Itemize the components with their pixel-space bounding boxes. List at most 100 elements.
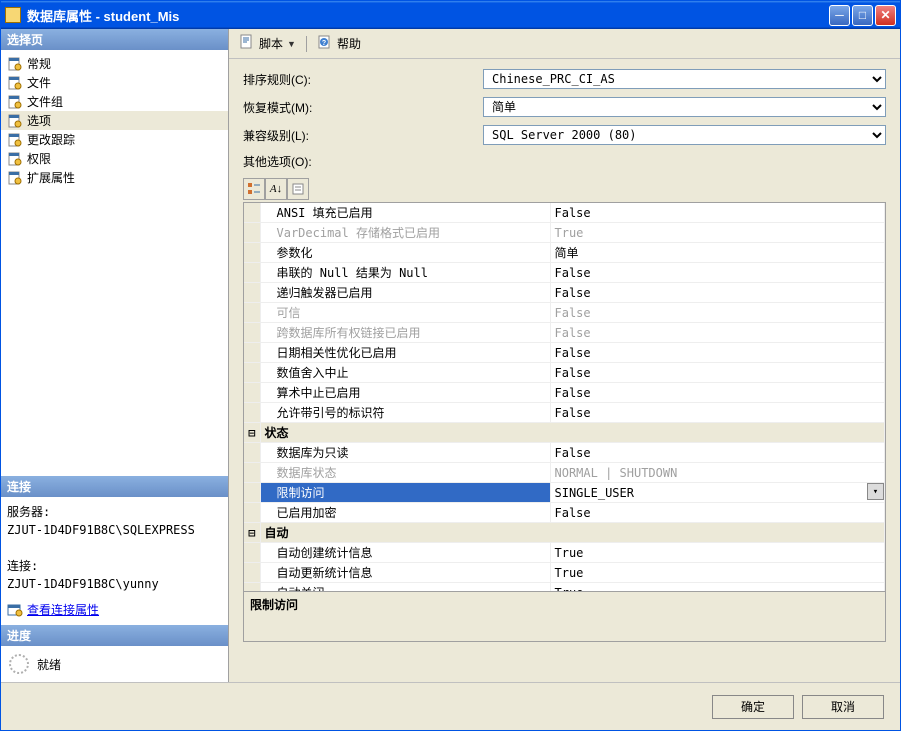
property-row[interactable]: 串联的 Null 结果为 NullFalse <box>244 263 885 283</box>
page-icon <box>7 171 23 185</box>
connection-value: ZJUT-1D4DF91B8C\yunny <box>7 575 222 593</box>
collapse-icon[interactable]: ⊟ <box>244 523 260 543</box>
property-row[interactable]: 已启用加密False <box>244 503 885 523</box>
property-row[interactable]: 日期相关性优化已启用False <box>244 343 885 363</box>
select-page-header: 选择页 <box>1 29 228 50</box>
page-icon <box>7 95 23 109</box>
property-name: 自动创建统计信息 <box>260 543 550 563</box>
property-value[interactable]: False <box>550 343 885 363</box>
property-value[interactable]: False <box>550 263 885 283</box>
titlebar: 数据库属性 - student_Mis ─ □ ✕ <box>1 1 900 29</box>
nav-item[interactable]: 扩展属性 <box>1 168 228 187</box>
view-connection-properties-link[interactable]: 查看连接属性 <box>27 601 99 619</box>
property-row[interactable]: 跨数据库所有权链接已启用False <box>244 323 885 343</box>
property-value[interactable]: False <box>550 383 885 403</box>
nav-item[interactable]: 文件组 <box>1 92 228 111</box>
alphabetical-button[interactable]: A↓ <box>265 178 287 200</box>
category-row[interactable]: ⊟自动 <box>244 523 885 543</box>
nav-item-label: 选项 <box>27 112 51 129</box>
nav-item[interactable]: 权限 <box>1 149 228 168</box>
grid-extra-button[interactable] <box>287 178 309 200</box>
nav-item[interactable]: 更改跟踪 <box>1 130 228 149</box>
property-value[interactable]: False <box>550 283 885 303</box>
property-name: 数据库状态 <box>260 463 550 483</box>
page-icon <box>7 76 23 90</box>
left-pane: 选择页 常规文件文件组选项更改跟踪权限扩展属性 连接 服务器: ZJUT-1D4… <box>1 29 229 682</box>
property-name: 递归触发器已启用 <box>260 283 550 303</box>
compat-label: 兼容级别(L): <box>243 127 483 144</box>
window-controls: ─ □ ✕ <box>829 5 896 26</box>
property-name: 参数化 <box>260 243 550 263</box>
help-button[interactable]: ? 帮助 <box>317 34 361 53</box>
compat-select[interactable]: SQL Server 2000 (80) <box>483 125 886 145</box>
minimize-button[interactable]: ─ <box>829 5 850 26</box>
property-value[interactable]: False <box>550 443 885 463</box>
property-row[interactable]: 可信False <box>244 303 885 323</box>
property-row[interactable]: VarDecimal 存储格式已启用True <box>244 223 885 243</box>
page-icon <box>7 114 23 128</box>
page-icon <box>7 133 23 147</box>
property-value[interactable]: False <box>550 203 885 223</box>
script-button[interactable]: 脚本 ▼ <box>239 34 296 53</box>
property-row[interactable]: 限制访问SINGLE_USER▾ <box>244 483 885 503</box>
recovery-label: 恢复模式(M): <box>243 99 483 116</box>
chevron-down-icon[interactable]: ▾ <box>867 483 884 500</box>
recovery-select[interactable]: 简单 <box>483 97 886 117</box>
property-value[interactable]: 简单 <box>550 243 885 263</box>
property-row[interactable]: 允许带引号的标识符False <box>244 403 885 423</box>
other-options-label: 其他选项(O): <box>243 153 483 170</box>
property-name: 算术中止已启用 <box>260 383 550 403</box>
body: 选择页 常规文件文件组选项更改跟踪权限扩展属性 连接 服务器: ZJUT-1D4… <box>1 29 900 682</box>
property-value[interactable]: False <box>550 363 885 383</box>
property-value[interactable]: False <box>550 323 885 343</box>
connection-section: 服务器: ZJUT-1D4DF91B8C\SQLEXPRESS 连接: ZJUT… <box>1 497 228 625</box>
property-name: 串联的 Null 结果为 Null <box>260 263 550 283</box>
progress-spinner-icon <box>9 654 29 674</box>
property-name: 跨数据库所有权链接已启用 <box>260 323 550 343</box>
grid-toolbar: A↓ <box>243 178 886 200</box>
property-row[interactable]: 参数化简单 <box>244 243 885 263</box>
window: 数据库属性 - student_Mis ─ □ ✕ 选择页 常规文件文件组选项更… <box>0 0 901 731</box>
property-name: 限制访问 <box>260 483 550 503</box>
property-name: ANSI 填充已启用 <box>260 203 550 223</box>
property-value[interactable]: False <box>550 503 885 523</box>
category-row[interactable]: ⊟状态 <box>244 423 885 443</box>
nav-item[interactable]: 文件 <box>1 73 228 92</box>
property-row[interactable]: 自动创建统计信息True <box>244 543 885 563</box>
progress-status: 就绪 <box>37 656 61 673</box>
property-row[interactable]: 算术中止已启用False <box>244 383 885 403</box>
category-name: 自动 <box>260 523 885 543</box>
script-icon <box>239 34 255 53</box>
maximize-button[interactable]: □ <box>852 5 873 26</box>
window-title: 数据库属性 - student_Mis <box>27 6 829 25</box>
nav-item[interactable]: 常规 <box>1 54 228 73</box>
property-value[interactable]: False <box>550 303 885 323</box>
nav-item[interactable]: 选项 <box>1 111 228 130</box>
property-name: 自动更新统计信息 <box>260 563 550 583</box>
nav-list: 常规文件文件组选项更改跟踪权限扩展属性 <box>1 50 228 191</box>
property-value[interactable]: True <box>550 543 885 563</box>
cancel-button[interactable]: 取消 <box>802 695 884 719</box>
property-value[interactable]: NORMAL | SHUTDOWN <box>550 463 885 483</box>
property-row[interactable]: 数据库状态NORMAL | SHUTDOWN <box>244 463 885 483</box>
property-value[interactable]: True <box>550 583 885 593</box>
close-button[interactable]: ✕ <box>875 5 896 26</box>
collapse-icon[interactable]: ⊟ <box>244 423 260 443</box>
categorized-button[interactable] <box>243 178 265 200</box>
property-name: 自动关闭 <box>260 583 550 593</box>
property-row[interactable]: 数据库为只读False <box>244 443 885 463</box>
property-value[interactable]: True <box>550 563 885 583</box>
property-row[interactable]: 自动关闭True <box>244 583 885 593</box>
property-row[interactable]: 数值舍入中止False <box>244 363 885 383</box>
nav-item-label: 常规 <box>27 55 51 72</box>
property-row[interactable]: ANSI 填充已启用False <box>244 203 885 223</box>
property-grid[interactable]: ANSI 填充已启用FalseVarDecimal 存储格式已启用True参数化… <box>243 202 886 592</box>
property-value[interactable]: False <box>550 403 885 423</box>
property-value[interactable]: SINGLE_USER▾ <box>550 483 885 503</box>
property-row[interactable]: 递归触发器已启用False <box>244 283 885 303</box>
property-value[interactable]: True <box>550 223 885 243</box>
property-row[interactable]: 自动更新统计信息True <box>244 563 885 583</box>
collation-select[interactable]: Chinese_PRC_CI_AS <box>483 69 886 89</box>
nav-item-label: 权限 <box>27 150 51 167</box>
ok-button[interactable]: 确定 <box>712 695 794 719</box>
